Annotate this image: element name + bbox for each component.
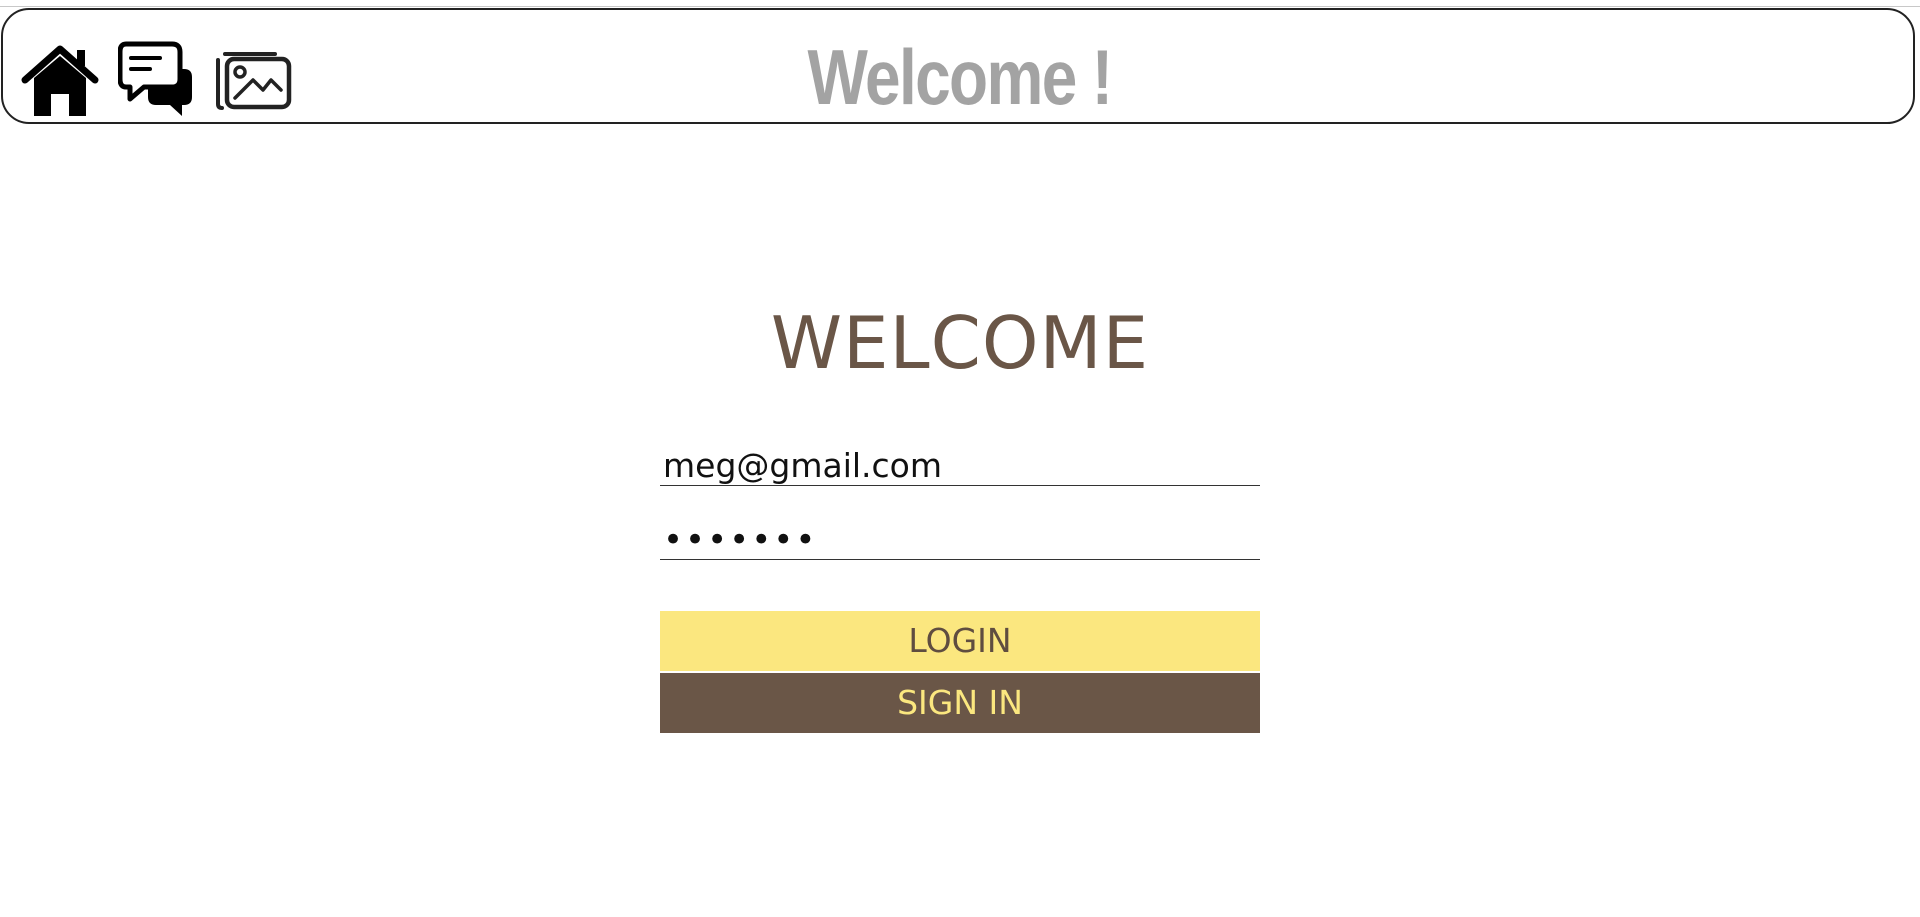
header-title: Welcome ! <box>807 33 1113 121</box>
top-navbar: Welcome ! <box>1 8 1915 124</box>
page-title: WELCOME <box>770 301 1150 385</box>
login-button[interactable]: LOGIN <box>660 611 1260 671</box>
top-divider <box>0 6 1920 7</box>
home-icon[interactable] <box>21 44 99 118</box>
email-field[interactable] <box>660 446 1260 486</box>
sign-in-button[interactable]: SIGN IN <box>660 673 1260 733</box>
password-field[interactable] <box>660 520 1260 560</box>
